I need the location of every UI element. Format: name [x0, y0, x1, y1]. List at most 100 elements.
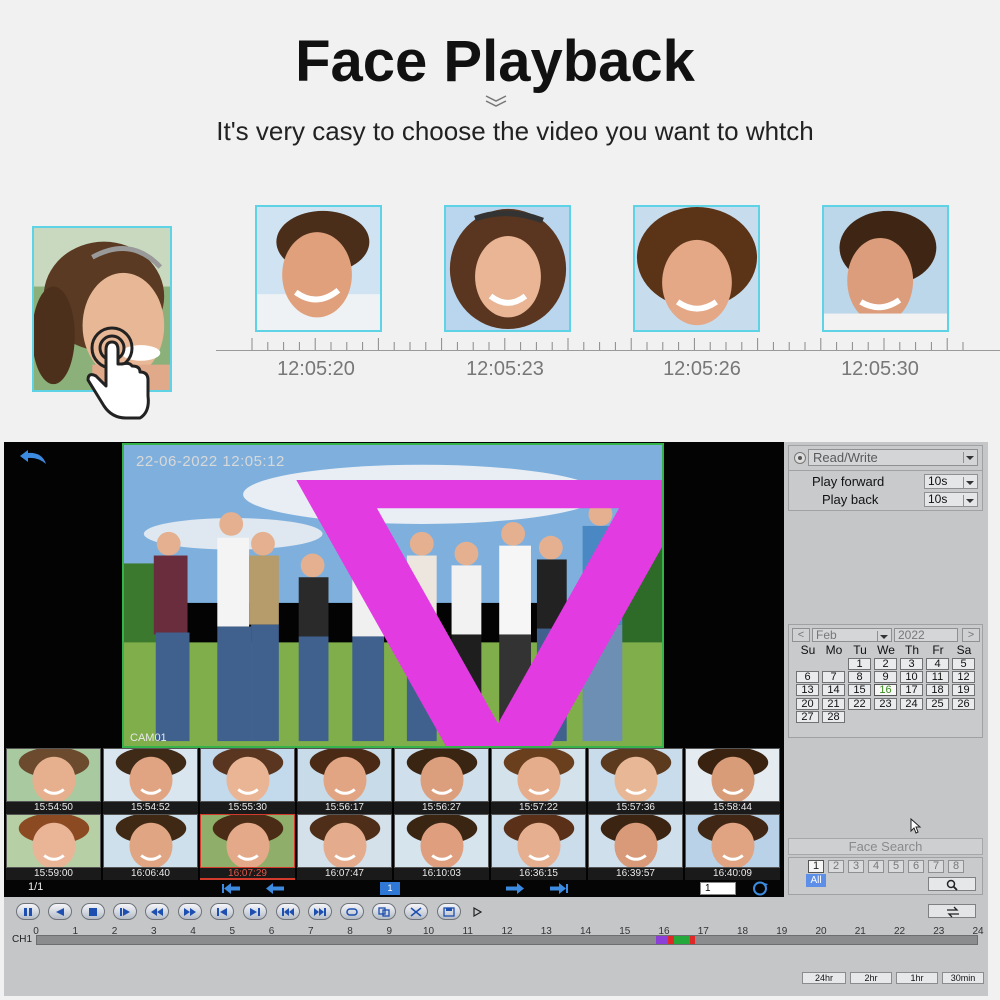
channel-checkbox[interactable]: 1	[808, 860, 824, 873]
play-back-select[interactable]: 10s	[924, 492, 978, 507]
next-month-button[interactable]: >	[962, 628, 980, 642]
channel-checkbox[interactable]: 5	[888, 860, 904, 873]
recording-segment[interactable]	[689, 936, 696, 944]
calendar-day[interactable]: 25	[926, 697, 949, 710]
play-button[interactable]	[113, 903, 137, 920]
face-result-cell[interactable]: 15:56:17	[297, 748, 392, 814]
play-forward-select[interactable]: 10s	[924, 474, 978, 489]
scissors-button[interactable]	[404, 903, 428, 920]
face-result-cell[interactable]: 15:58:44	[685, 748, 780, 814]
face-result-cell[interactable]: 16:10:03	[394, 814, 489, 880]
zoom-button[interactable]: 30min	[942, 972, 984, 984]
prev-file-button[interactable]	[276, 903, 300, 920]
calendar-day[interactable]: 4	[926, 658, 949, 670]
face-thumb-1[interactable]	[255, 205, 382, 332]
face-thumb-4[interactable]	[822, 205, 949, 332]
face-result-cell[interactable]: 16:07:29	[200, 814, 295, 880]
channel-checkbox[interactable]: 2	[828, 860, 844, 873]
face-thumb-3[interactable]	[633, 205, 760, 332]
calendar-day[interactable]: 14	[822, 684, 845, 697]
calendar-day[interactable]: 10	[900, 671, 923, 684]
calendar-day[interactable]: 20	[796, 697, 819, 710]
video-player[interactable]: 22-06-2022 12:05:12 CAM01	[122, 443, 664, 748]
face-result-cell[interactable]: 15:59:00	[6, 814, 101, 880]
last-page-icon[interactable]	[548, 883, 570, 894]
prev-month-button[interactable]: <	[792, 628, 810, 642]
calendar-day[interactable]: 1	[848, 658, 871, 670]
all-channels-button[interactable]: All	[806, 874, 826, 887]
recording-segment[interactable]	[656, 936, 668, 944]
channel-checkbox[interactable]: 3	[848, 860, 864, 873]
fast-button[interactable]	[178, 903, 202, 920]
first-page-icon[interactable]	[220, 883, 242, 894]
face-thumb-2[interactable]	[444, 205, 571, 332]
face-result-cell[interactable]: 15:55:30	[200, 748, 295, 814]
calendar-day[interactable]: 19	[952, 684, 975, 697]
face-result-cell[interactable]: 16:07:47	[297, 814, 392, 880]
next-frame-button[interactable]	[243, 903, 267, 920]
calendar-day[interactable]: 12	[952, 671, 975, 684]
calendar-day[interactable]: 15	[848, 684, 871, 697]
calendar-day[interactable]: 7	[822, 671, 845, 684]
calendar-day[interactable]: 21	[822, 697, 845, 710]
stop-button[interactable]	[81, 903, 105, 920]
calendar-day[interactable]: 18	[926, 684, 949, 697]
next-file-button[interactable]	[308, 903, 332, 920]
prev-frame-button[interactable]	[210, 903, 234, 920]
mode-radio-icon[interactable]	[794, 452, 806, 464]
next-page-icon[interactable]	[504, 883, 526, 894]
back-arrow-icon[interactable]	[18, 448, 48, 466]
zoom-button[interactable]: 24hr	[802, 972, 846, 984]
calendar-day[interactable]: 17	[900, 684, 923, 697]
calendar-day[interactable]: 6	[796, 671, 819, 684]
channel-checkbox[interactable]: 7	[928, 860, 944, 873]
channel-checkbox[interactable]: 4	[868, 860, 884, 873]
face-result-cell[interactable]: 16:06:40	[103, 814, 198, 880]
calendar-day[interactable]: 23	[874, 697, 897, 710]
calendar-day[interactable]: 2	[874, 658, 897, 670]
channel-checkbox[interactable]: 6	[908, 860, 924, 873]
slow-button[interactable]	[145, 903, 169, 920]
refresh-icon[interactable]	[751, 881, 769, 896]
reverse-play-button[interactable]	[48, 903, 72, 920]
jump-page-input[interactable]: 1	[700, 882, 736, 895]
face-result-cell[interactable]: 15:57:22	[491, 748, 586, 814]
calendar-day[interactable]: 24	[900, 697, 923, 710]
prev-page-icon[interactable]	[264, 883, 286, 894]
current-page-box[interactable]: 1	[380, 882, 400, 895]
pause-button[interactable]	[16, 903, 40, 920]
calendar-day[interactable]: 11	[926, 671, 949, 684]
month-select[interactable]: Feb	[812, 628, 892, 642]
calendar-day[interactable]: 28	[822, 710, 845, 723]
year-field[interactable]: 2022	[894, 628, 958, 642]
play-small-icon[interactable]	[472, 907, 482, 917]
face-result-cell[interactable]: 15:54:52	[103, 748, 198, 814]
calendar-day[interactable]: 26	[952, 697, 975, 710]
zoom-button[interactable]: 2hr	[850, 972, 892, 984]
calendar-day[interactable]: 22	[848, 697, 871, 710]
recording-segment[interactable]	[673, 936, 690, 944]
face-result-cell[interactable]: 16:40:09	[685, 814, 780, 880]
channel-checkbox[interactable]: 8	[948, 860, 964, 873]
camera-label: CAM01	[130, 732, 167, 744]
zoom-button[interactable]: 1hr	[896, 972, 938, 984]
search-button[interactable]	[928, 877, 976, 891]
save-button[interactable]	[437, 903, 461, 920]
mode-select[interactable]: Read/Write	[808, 449, 978, 466]
calendar-day[interactable]: 5	[952, 658, 975, 670]
face-result-cell[interactable]: 15:56:27	[394, 748, 489, 814]
clip-button[interactable]	[372, 903, 396, 920]
face-result-cell[interactable]: 15:54:50	[6, 748, 101, 814]
calendar-day[interactable]: 3	[900, 658, 923, 670]
loop-button[interactable]	[340, 903, 364, 920]
face-search-button[interactable]: Face Search	[788, 838, 983, 855]
swap-button[interactable]	[928, 904, 976, 918]
calendar-day[interactable]: 8	[848, 671, 871, 684]
face-result-cell[interactable]: 16:39:57	[588, 814, 683, 880]
calendar-day[interactable]: 13	[796, 684, 819, 697]
calendar-day[interactable]: 16	[874, 684, 897, 697]
calendar-day[interactable]: 9	[874, 671, 897, 684]
face-result-cell[interactable]: 15:57:36	[588, 748, 683, 814]
calendar-day[interactable]: 27	[796, 710, 819, 723]
face-result-cell[interactable]: 16:36:15	[491, 814, 586, 880]
